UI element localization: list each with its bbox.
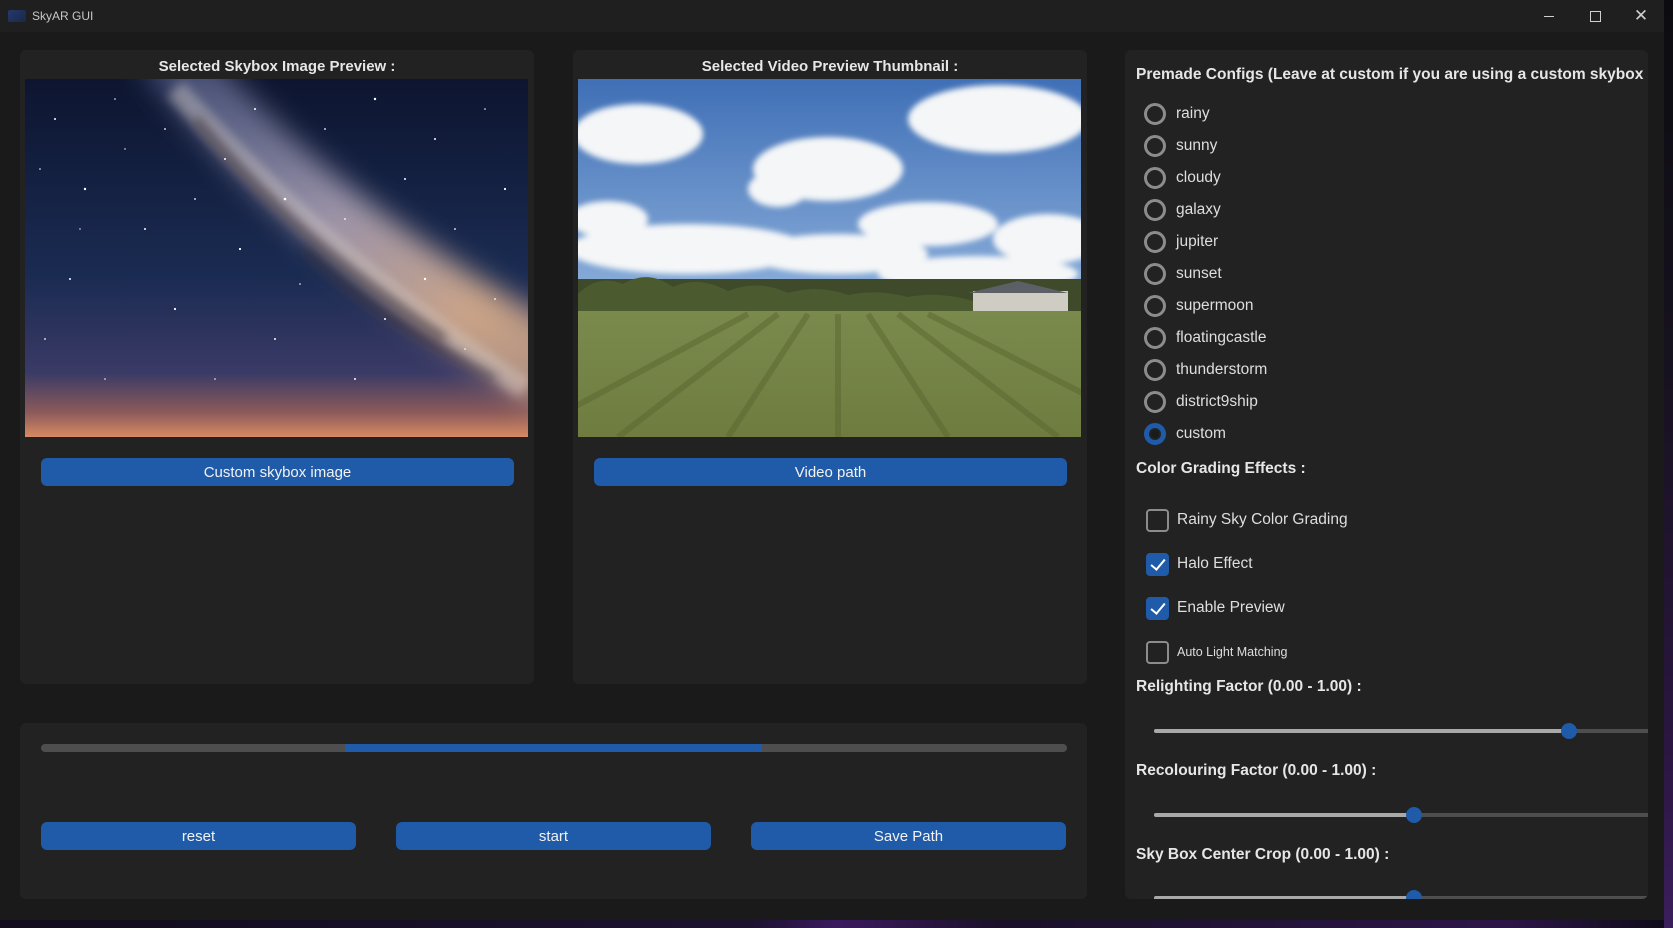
radio-indicator[interactable] xyxy=(1144,327,1166,349)
radio-label: floatingcastle xyxy=(1176,329,1267,346)
radio-cloudy[interactable]: cloudy xyxy=(1144,166,1221,190)
radio-indicator[interactable] xyxy=(1144,359,1166,381)
window-controls: ✕ xyxy=(1526,0,1664,32)
checkbox-enable-preview[interactable]: Enable Preview xyxy=(1146,595,1285,621)
radio-sunny[interactable]: sunny xyxy=(1144,134,1217,158)
radio-label: supermoon xyxy=(1176,297,1254,314)
radio-indicator[interactable] xyxy=(1144,199,1166,221)
window-title: SkyAR GUI xyxy=(32,9,94,23)
radio-label: sunny xyxy=(1176,137,1218,154)
radio-label: custom xyxy=(1176,425,1226,442)
galaxy-image xyxy=(25,79,528,437)
checkbox-halo-effect[interactable]: Halo Effect xyxy=(1146,551,1253,577)
skybox-preview-image xyxy=(25,79,528,437)
slider-thumb[interactable] xyxy=(1406,890,1422,899)
radio-indicator[interactable] xyxy=(1144,231,1166,253)
checkbox-label: Rainy Sky Color Grading xyxy=(1177,511,1348,528)
video-frame: Selected Video Preview Thumbnail : Video… xyxy=(573,50,1087,684)
slider-fill xyxy=(1154,896,1414,899)
desktop-background-edge xyxy=(1664,0,1673,928)
checkbox-label: Halo Effect xyxy=(1177,555,1253,572)
close-button[interactable]: ✕ xyxy=(1618,0,1664,32)
skybox-frame: Selected Skybox Image Preview : Custom s… xyxy=(20,50,534,684)
radio-label: cloudy xyxy=(1176,169,1221,186)
reset-button[interactable]: reset xyxy=(41,822,356,850)
radio-galaxy[interactable]: galaxy xyxy=(1144,198,1221,222)
radio-district9ship[interactable]: district9ship xyxy=(1144,390,1258,414)
radio-label: jupiter xyxy=(1176,233,1219,250)
radio-indicator[interactable] xyxy=(1144,103,1166,125)
checkbox-label: Enable Preview xyxy=(1177,599,1285,616)
radio-rainy[interactable]: rainy xyxy=(1144,102,1210,126)
radio-indicator[interactable] xyxy=(1144,295,1166,317)
video-preview-title: Selected Video Preview Thumbnail : xyxy=(701,58,959,75)
video-path-button[interactable]: Video path xyxy=(594,458,1067,486)
checkbox-box[interactable] xyxy=(1146,508,1169,532)
radio-label: district9ship xyxy=(1176,393,1258,410)
slider-thumb[interactable] xyxy=(1406,807,1422,823)
progress-bar xyxy=(41,744,1067,752)
recolouring-factor-slider[interactable] xyxy=(1154,807,1648,823)
controls-frame: reset start Save Path xyxy=(20,723,1087,899)
skybox-preview-title: Selected Skybox Image Preview : xyxy=(158,58,396,75)
start-button[interactable]: start xyxy=(396,822,711,850)
video-preview-thumbnail xyxy=(578,79,1081,437)
sky-box-center-crop-slider[interactable] xyxy=(1154,890,1648,899)
radio-indicator-selected[interactable] xyxy=(1144,423,1166,445)
sky-box-center-crop-label: Sky Box Center Crop (0.00 - 1.00) : xyxy=(1136,846,1390,863)
relighting-factor-label: Relighting Factor (0.00 - 1.00) : xyxy=(1136,678,1362,695)
relighting-factor-slider[interactable] xyxy=(1154,723,1648,739)
checkbox-rainy-sky-color-grading[interactable]: Rainy Sky Color Grading xyxy=(1146,507,1348,533)
radio-label: thunderstorm xyxy=(1176,361,1268,378)
radio-indicator[interactable] xyxy=(1144,167,1166,189)
radio-sunset[interactable]: sunset xyxy=(1144,262,1222,286)
recolouring-factor-label: Recolouring Factor (0.00 - 1.00) : xyxy=(1136,762,1377,779)
config-frame: Premade Configs (Leave at custom if you … xyxy=(1125,50,1648,899)
radio-custom[interactable]: custom xyxy=(1144,422,1226,446)
slider-fill xyxy=(1154,729,1569,733)
custom-skybox-image-button[interactable]: Custom skybox image xyxy=(41,458,514,486)
color-grading-label: Color Grading Effects : xyxy=(1136,460,1306,477)
save-path-button[interactable]: Save Path xyxy=(751,822,1066,850)
minimize-button[interactable] xyxy=(1526,0,1572,32)
radio-floatingcastle[interactable]: floatingcastle xyxy=(1144,326,1266,350)
radio-thunderstorm[interactable]: thunderstorm xyxy=(1144,358,1267,382)
radio-jupiter[interactable]: jupiter xyxy=(1144,230,1218,254)
radio-label: galaxy xyxy=(1176,201,1221,218)
radio-indicator[interactable] xyxy=(1144,391,1166,413)
checkbox-box-checked[interactable] xyxy=(1146,552,1169,576)
radio-indicator[interactable] xyxy=(1144,135,1166,157)
checkbox-box[interactable] xyxy=(1146,640,1169,664)
checkbox-auto-light-matching[interactable]: Auto Light Matching xyxy=(1146,639,1288,665)
slider-thumb[interactable] xyxy=(1561,723,1577,739)
app-icon xyxy=(8,10,26,22)
slider-fill xyxy=(1154,813,1414,817)
field-image xyxy=(578,79,1081,437)
progress-bar-fill xyxy=(344,744,763,752)
title-bar[interactable]: SkyAR GUI ✕ xyxy=(0,0,1664,32)
desktop-background xyxy=(0,920,1673,928)
radio-supermoon[interactable]: supermoon xyxy=(1144,294,1254,318)
radio-label: rainy xyxy=(1176,105,1210,122)
checkbox-label: Auto Light Matching xyxy=(1177,645,1288,659)
radio-label: sunset xyxy=(1176,265,1222,282)
maximize-button[interactable] xyxy=(1572,0,1618,32)
radio-indicator[interactable] xyxy=(1144,263,1166,285)
app-window: SkyAR GUI ✕ Selected Skybox Image Previe… xyxy=(0,0,1673,928)
premade-configs-label: Premade Configs (Leave at custom if you … xyxy=(1136,66,1644,83)
checkbox-box-checked[interactable] xyxy=(1146,596,1169,620)
